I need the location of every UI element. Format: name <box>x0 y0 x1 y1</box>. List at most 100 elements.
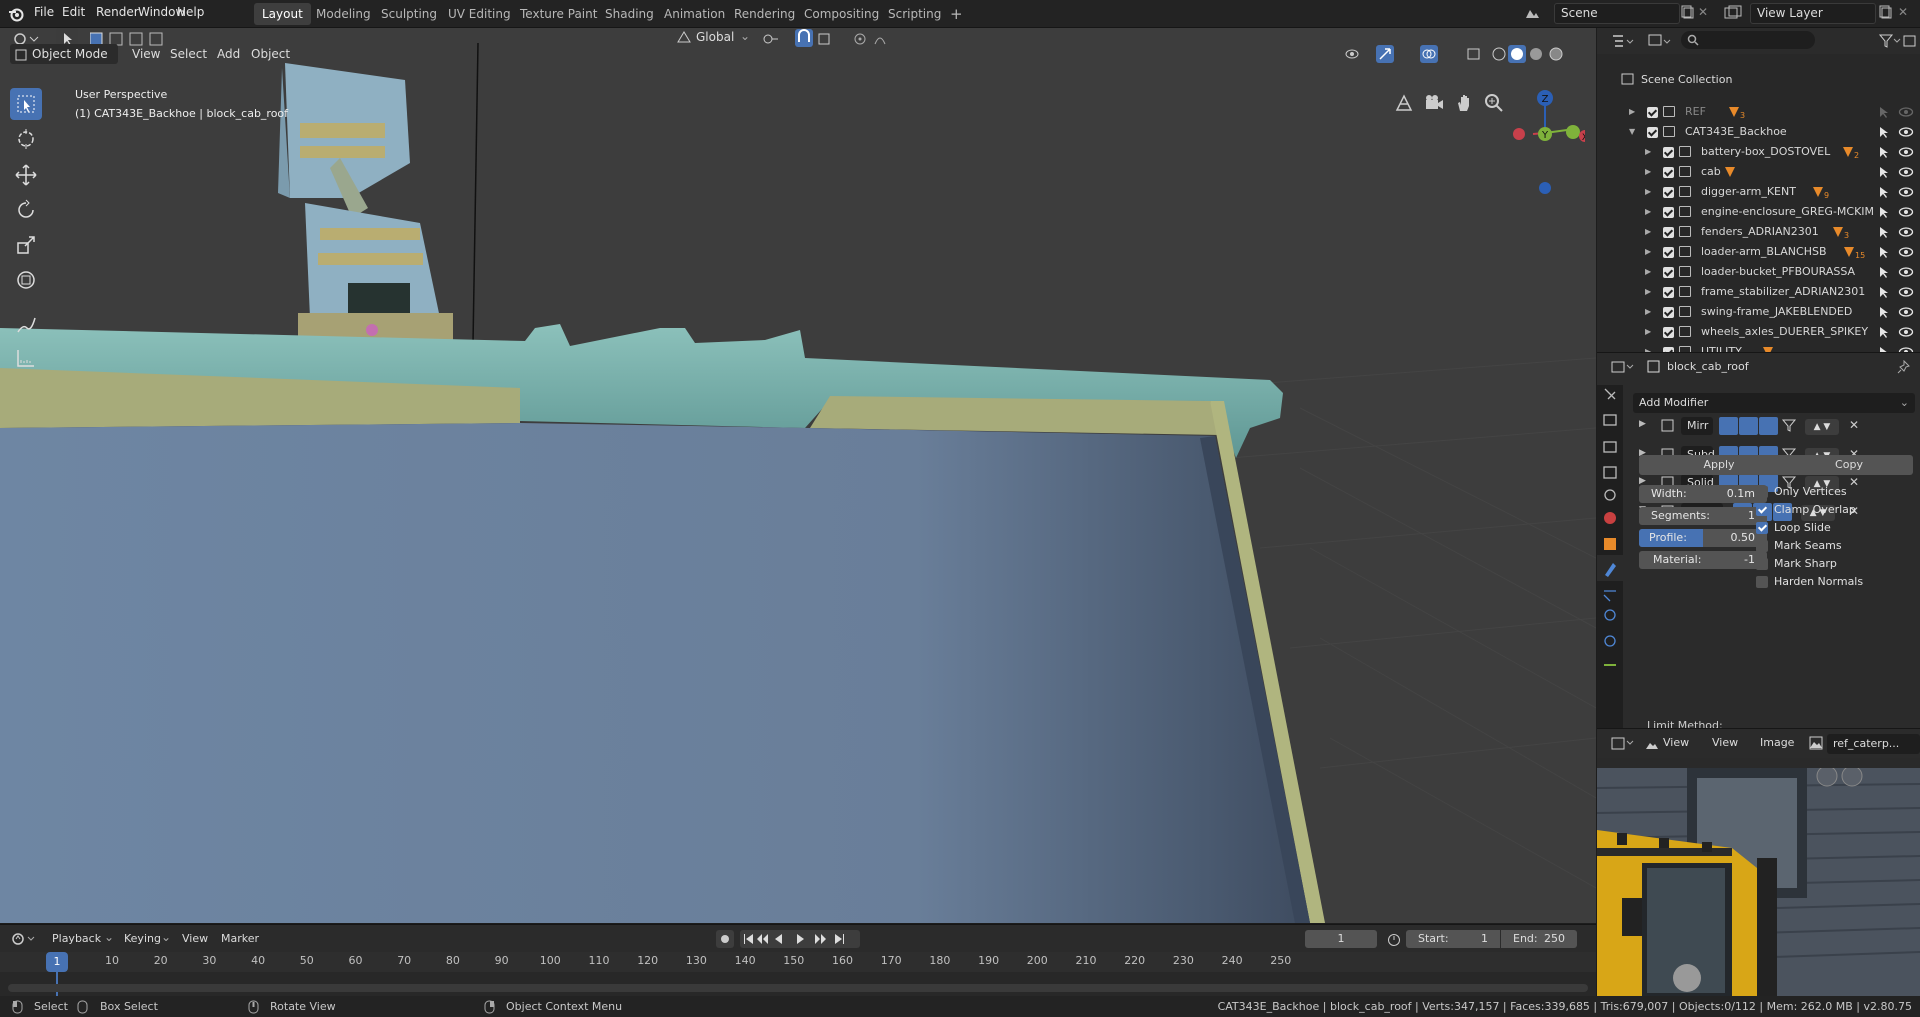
visibility-eye-icon[interactable] <box>1898 205 1914 219</box>
checkbox-clamp-overlap[interactable] <box>1756 504 1768 516</box>
outliner-row[interactable]: ▼ CAT343E_Backhoe <box>1597 122 1920 142</box>
outliner-row[interactable]: ▶ REF 3 <box>1597 102 1920 122</box>
exclude-checkbox[interactable] <box>1663 147 1674 158</box>
playhead[interactable]: 1 <box>46 952 68 972</box>
checkbox-mark-seams[interactable] <box>1756 540 1768 552</box>
current-frame-field[interactable]: 1 <box>1305 930 1377 948</box>
tab-uv-editing[interactable]: UV Editing <box>440 3 519 25</box>
selectable-icon[interactable] <box>1877 245 1891 259</box>
outliner-row[interactable]: ▶ digger-arm_KENT 9 <box>1597 182 1920 202</box>
remove-modifier-icon[interactable]: ✕ <box>1849 418 1859 432</box>
remove-modifier-icon[interactable]: ✕ <box>1849 475 1859 489</box>
profile-slider[interactable]: Profile: 0.50 <box>1639 529 1767 547</box>
add-modifier-dropdown[interactable]: Add Modifier ⌄ <box>1633 393 1915 413</box>
pivot-icon[interactable] <box>762 32 788 46</box>
outliner-row[interactable]: ▶ loader-arm_BLANCHSB 15 <box>1597 242 1920 262</box>
zoom-icon[interactable] <box>1483 92 1505 114</box>
tab-sculpting[interactable]: Sculpting <box>373 3 445 25</box>
view-mode-dropdown[interactable]: View <box>1663 736 1689 749</box>
tab-rendering[interactable]: Rendering <box>726 3 803 25</box>
exclude-checkbox[interactable] <box>1663 207 1674 218</box>
exclude-checkbox[interactable] <box>1663 247 1674 258</box>
record-button[interactable] <box>716 930 734 948</box>
outliner-row[interactable]: ▶ fenders_ADRIAN2301 3 <box>1597 222 1920 242</box>
exclude-checkbox[interactable] <box>1663 167 1674 178</box>
move-up-down-icons[interactable]: ▲ ▼ <box>1805 419 1839 435</box>
image-editor-panel[interactable]: View View Image ref_caterp... <box>1597 728 1920 996</box>
stopwatch-icon[interactable] <box>1386 931 1402 947</box>
modifier-name-field[interactable]: Mirr <box>1681 417 1713 435</box>
cage-toggle-icon[interactable] <box>1781 417 1797 433</box>
image-view-icon[interactable] <box>1645 737 1659 751</box>
image-name-field[interactable]: ref_caterp... <box>1827 734 1920 754</box>
delete-view-layer-icon[interactable]: ✕ <box>1898 5 1908 19</box>
editmode-toggle-icon[interactable] <box>1719 417 1738 435</box>
checkbox-only-vertices[interactable] <box>1756 486 1768 498</box>
move-tool[interactable] <box>10 159 42 191</box>
tab-animation[interactable]: Animation <box>656 3 733 25</box>
menu-marker[interactable]: Marker <box>221 932 259 945</box>
outliner-row[interactable]: ▶ loader-bucket_PFBOURASSA <box>1597 262 1920 282</box>
visibility-eye-icon[interactable] <box>1898 165 1914 179</box>
expand-arrow-icon[interactable]: ▶ <box>1645 242 1651 262</box>
menu-select[interactable]: Select <box>170 47 207 61</box>
selectable-icon[interactable] <box>1877 205 1891 219</box>
selectable-icon[interactable] <box>1877 265 1891 279</box>
expand-arrow-icon[interactable]: ▶ <box>1645 322 1651 342</box>
view-layer-icon[interactable] <box>1724 5 1742 21</box>
delete-scene-icon[interactable]: ✕ <box>1698 5 1708 19</box>
visibility-eye-icon[interactable] <box>1898 265 1914 279</box>
visibility-eye-icon[interactable] <box>1898 185 1914 199</box>
expand-arrow-icon[interactable]: ▶ <box>1629 102 1635 122</box>
exclude-checkbox[interactable] <box>1663 227 1674 238</box>
checkbox-loop-slide[interactable] <box>1756 522 1768 534</box>
expand-arrow-icon[interactable]: ▶ <box>1645 142 1651 162</box>
tab-texture-paint[interactable]: Texture Paint <box>512 3 605 25</box>
outliner-panel[interactable]: Scene Collection ▶ REF 3 ▼ CAT343E_Backhoe ▶ b… <box>1597 28 1920 359</box>
gizmo-toggle-icon[interactable] <box>1376 45 1394 63</box>
selectable-icon[interactable] <box>1877 145 1891 159</box>
view-layer-field[interactable]: View Layer <box>1750 3 1876 24</box>
outliner-row[interactable]: ▶ wheels_axles_DUERER_SPIKEY <box>1597 322 1920 342</box>
segments-field[interactable]: Segments: 1 <box>1639 507 1767 525</box>
checkbox-mark-sharp[interactable] <box>1756 558 1768 570</box>
tab-modeling[interactable]: Modeling <box>308 3 379 25</box>
filter-icon[interactable] <box>1879 34 1901 48</box>
toggle-camera-icon[interactable] <box>1393 92 1415 114</box>
tab-shading[interactable]: Shading <box>597 3 662 25</box>
outliner-row[interactable]: ▶ engine-enclosure_GREG-MCKIM <box>1597 202 1920 222</box>
menu-view[interactable]: View <box>132 47 160 61</box>
timeline-scrollbar[interactable] <box>8 984 1588 992</box>
properties-panel[interactable]: block_cab_roof Add Modifier ⌄ ▶ Mirr ▲ ▼… <box>1597 352 1920 729</box>
expand-arrow-icon[interactable]: ▶ <box>1645 182 1651 202</box>
selectable-icon[interactable] <box>1877 225 1891 239</box>
exclude-checkbox[interactable] <box>1647 127 1658 138</box>
selectable-icon[interactable] <box>1877 105 1891 119</box>
checkbox-harden-normals[interactable] <box>1756 576 1768 588</box>
tab-layout[interactable]: Layout <box>254 3 311 25</box>
exclude-checkbox[interactable] <box>1647 107 1658 118</box>
new-view-layer-icon[interactable] <box>1878 5 1892 19</box>
properties-tabs[interactable] <box>1597 385 1623 729</box>
orientation-dropdown[interactable]: Global <box>696 30 734 44</box>
visibility-eye-icon[interactable] <box>1898 105 1914 119</box>
expand-arrow-icon[interactable]: ▶ <box>1645 262 1651 282</box>
outliner-row[interactable]: ▶ battery-box_DOSTOVEL 2 <box>1597 142 1920 162</box>
expand-arrow-icon[interactable]: ▶ <box>1645 302 1651 322</box>
exclude-checkbox[interactable] <box>1663 307 1674 318</box>
properties-editor-icon[interactable] <box>1611 361 1637 375</box>
outliner-search-input[interactable] <box>1681 31 1815 49</box>
display-mode-icon[interactable] <box>1647 33 1673 49</box>
annotate-tool[interactable] <box>10 309 42 341</box>
select-box-tool[interactable] <box>10 88 42 120</box>
selectable-icon[interactable] <box>1877 125 1891 139</box>
selectable-icon[interactable] <box>1877 185 1891 199</box>
measure-tool[interactable] <box>10 342 42 374</box>
blender-logo-icon[interactable] <box>8 6 24 22</box>
visibility-eye-icon[interactable] <box>1898 245 1914 259</box>
camera-view-icon[interactable] <box>1423 92 1445 114</box>
render-toggle-icon[interactable] <box>1739 417 1758 435</box>
image-editor-icon[interactable] <box>1611 737 1637 751</box>
menu-view[interactable]: View <box>1712 736 1738 749</box>
material-field[interactable]: Material: -1 <box>1639 551 1767 569</box>
